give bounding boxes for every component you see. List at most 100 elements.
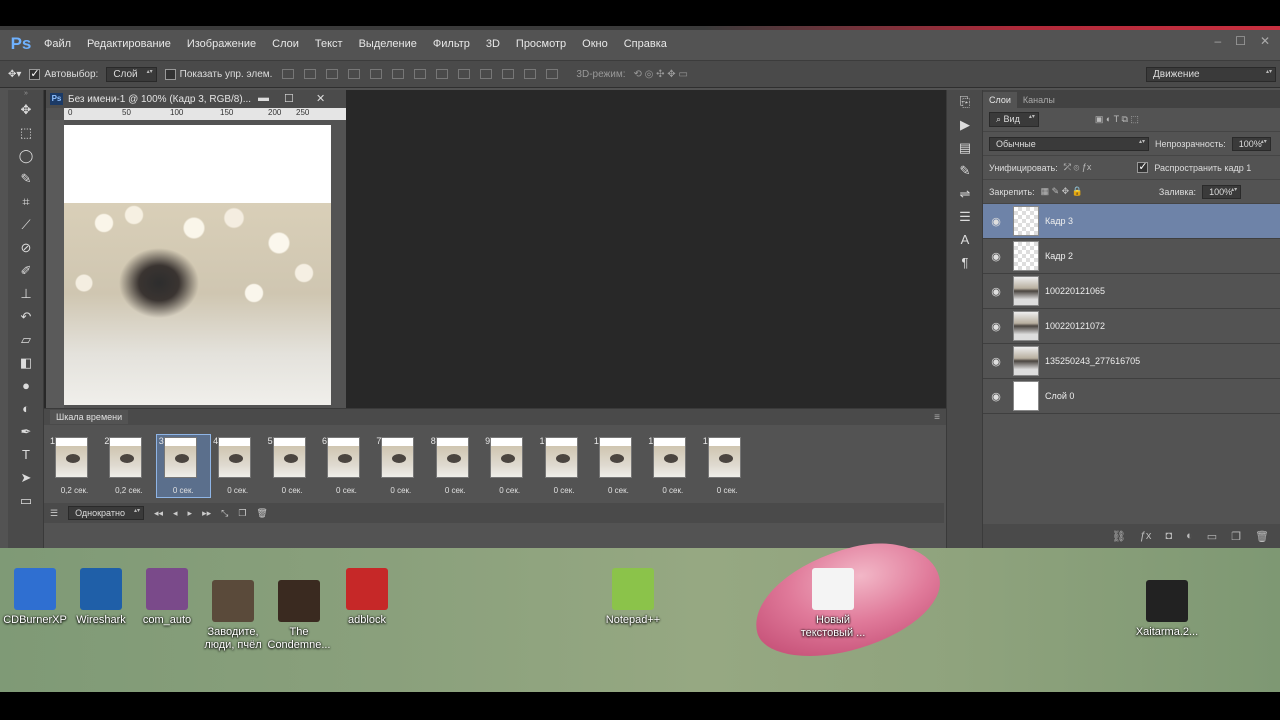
frame-delay[interactable]: 0 сек. (266, 486, 319, 495)
workspace-select[interactable]: Движение (1146, 66, 1276, 82)
tab-layers[interactable]: Слои (983, 92, 1017, 108)
delete-frame-icon[interactable]: 🗑 (256, 508, 267, 519)
eye-icon[interactable]: ◉ (983, 285, 1009, 298)
opacity-input[interactable]: 100% (1231, 136, 1271, 151)
distribute-right-icon[interactable] (524, 69, 537, 79)
timeline-frame[interactable]: 50 сек. (266, 435, 319, 497)
adjustment-layer-icon[interactable]: ◐ (1186, 530, 1193, 542)
frame-delay[interactable]: 0 сек. (374, 486, 427, 495)
fx-icon[interactable]: ƒx (1140, 530, 1152, 542)
desktop-icon[interactable]: Заводите, люди, пчёл (198, 580, 268, 652)
align-left-icon[interactable] (348, 69, 361, 79)
timeline-frame[interactable]: 110 сек. (592, 435, 645, 497)
paragraph-styles-icon[interactable]: ☰ (947, 205, 983, 228)
document-tab[interactable]: Ps Без имени-1 @ 100% (Кадр 3, RGB/8)... (46, 90, 346, 108)
menu-image[interactable]: Изображение (179, 28, 264, 60)
menu-filter[interactable]: Фильтр (425, 28, 478, 60)
autoselect-target-select[interactable]: Слой (106, 66, 157, 82)
frame-delay[interactable]: 0 сек. (701, 486, 754, 495)
new-group-icon[interactable]: ▭ (1207, 530, 1217, 543)
eye-icon[interactable]: ◉ (983, 250, 1009, 263)
menu-select[interactable]: Выделение (351, 28, 425, 60)
timeline-frame[interactable]: 60 сек. (320, 435, 373, 497)
pen-tool[interactable]: ✒ (8, 420, 44, 443)
timeline-frame[interactable]: 100 сек. (538, 435, 591, 497)
timeline-frame[interactable]: 90 сек. (483, 435, 536, 497)
menu-layers[interactable]: Слои (264, 28, 307, 60)
shape-tool[interactable]: ▭ (8, 489, 44, 512)
lasso-tool[interactable]: ◯ (8, 144, 44, 167)
layer-kind-select[interactable]: ⌕ Вид (989, 112, 1039, 127)
show-transform-option[interactable]: Показать упр. элем. (164, 68, 272, 80)
menu-help[interactable]: Справка (616, 28, 675, 60)
layer-row[interactable]: ◉ Кадр 3 (983, 204, 1280, 239)
layer-row[interactable]: ◉ 100220121072 (983, 309, 1280, 344)
align-hcenter-icon[interactable] (370, 69, 383, 79)
image-canvas[interactable] (64, 125, 331, 405)
menu-3d[interactable]: 3D (478, 28, 508, 60)
timeline-frame[interactable]: 80 сек. (429, 435, 482, 497)
align-top-icon[interactable] (282, 69, 295, 79)
distribute-vcenter-icon[interactable] (436, 69, 449, 79)
frame-delay[interactable]: 0 сек. (538, 486, 591, 495)
desktop-icon[interactable]: Wireshark (66, 568, 136, 627)
blend-mode-select[interactable]: Обычные (989, 136, 1149, 151)
timeline-frame[interactable]: 30 сек. (155, 434, 211, 498)
menu-file[interactable]: Файл (36, 28, 79, 60)
gradient-tool[interactable]: ◧ (8, 351, 44, 374)
align-bottom-icon[interactable] (326, 69, 339, 79)
autoselect-option[interactable]: Автовыбор: (29, 67, 98, 80)
distribute-bottom-icon[interactable] (458, 69, 471, 79)
clone-stamp-tool[interactable]: ⊥ (8, 282, 44, 305)
desktop-icon[interactable]: CDBurnerXP (0, 568, 70, 627)
marquee-tool[interactable]: ⬚ (8, 121, 44, 144)
close-icon[interactable]: ✕ (1260, 34, 1270, 48)
add-mask-icon[interactable]: ◘ (1165, 530, 1172, 542)
distribute-hcenter-icon[interactable] (502, 69, 515, 79)
paragraph-panel-icon[interactable]: ¶ (947, 251, 983, 274)
menu-window[interactable]: Окно (574, 28, 616, 60)
eye-icon[interactable]: ◉ (983, 355, 1009, 368)
tools-collapse-icon[interactable]: » (8, 90, 44, 98)
propagate-checkbox[interactable] (1137, 160, 1149, 173)
prev-frame-icon[interactable]: ◂ (173, 508, 178, 519)
timeline-frame[interactable]: 130 сек. (701, 435, 754, 497)
frame-delay[interactable]: 0 сек. (429, 486, 482, 495)
eraser-tool[interactable]: ▱ (8, 328, 44, 351)
align-vcenter-icon[interactable] (304, 69, 317, 79)
eye-icon[interactable]: ◉ (983, 215, 1009, 228)
next-frame-icon[interactable]: ▸▸ (202, 508, 211, 519)
menu-edit[interactable]: Редактирование (79, 28, 179, 60)
show-transform-checkbox[interactable] (164, 68, 176, 80)
frame-delay[interactable]: 0,2 сек. (48, 486, 101, 495)
delete-layer-icon[interactable]: 🗑 (1255, 530, 1269, 543)
tween-icon[interactable]: ⤡ (221, 508, 228, 519)
brush-tool[interactable]: ✐ (8, 259, 44, 282)
history-brush-tool[interactable]: ↶ (8, 305, 44, 328)
desktop-icon[interactable]: com_auto (132, 568, 202, 627)
timeline-frame[interactable]: 120 сек. (646, 435, 699, 497)
eyedropper-tool[interactable]: ⟋ (8, 213, 44, 236)
move-tool-icon[interactable]: ✥▾ (8, 69, 21, 80)
doc-maximize-icon[interactable]: ☐ (284, 92, 294, 105)
rotate-3d-icon[interactable]: ⟲ ◎ ✣ ✥ ▭ (633, 69, 687, 80)
loop-select[interactable]: Однократно (68, 506, 144, 520)
unify-icons[interactable]: ⤱ ⊚ ƒx (1064, 162, 1092, 173)
frame-delay[interactable]: 0 сек. (157, 486, 210, 495)
distribute-top-icon[interactable] (414, 69, 427, 79)
desktop-icon[interactable]: Новый текстовый ... (798, 568, 868, 640)
frame-delay[interactable]: 0 сек. (592, 486, 645, 495)
layer-row[interactable]: ◉ Кадр 2 (983, 239, 1280, 274)
layer-row[interactable]: ◉ 100220121065 (983, 274, 1280, 309)
frame-delay[interactable]: 0 сек. (483, 486, 536, 495)
doc-minimize-icon[interactable]: ▬ (258, 92, 269, 104)
blur-tool[interactable]: ● (8, 374, 44, 397)
eye-icon[interactable]: ◉ (983, 320, 1009, 333)
convert-timeline-icon[interactable]: ☰ (50, 508, 58, 519)
timeline-frame[interactable]: 40 сек. (211, 435, 264, 497)
panel-menu-icon[interactable]: ≡ (934, 412, 940, 423)
distribute-left-icon[interactable] (480, 69, 493, 79)
frame-delay[interactable]: 0 сек. (320, 486, 373, 495)
desktop-icon[interactable]: Xaitarma.2... (1132, 580, 1202, 639)
adjustments-panel-icon[interactable]: ⇌ (947, 182, 983, 205)
